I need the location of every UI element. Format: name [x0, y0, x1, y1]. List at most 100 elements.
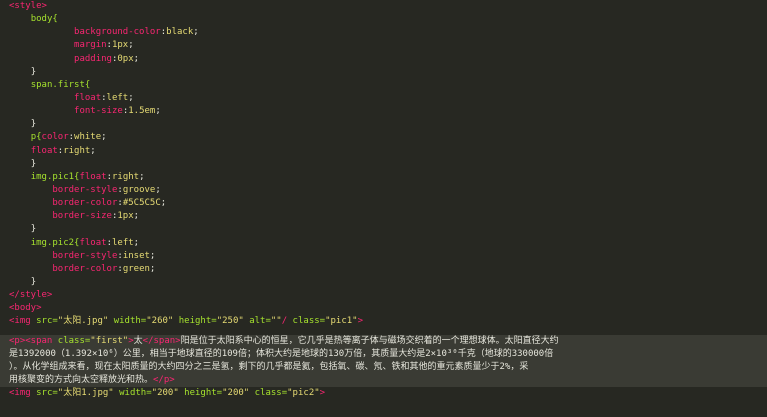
code-line: img.pic2{float:left; — [30, 237, 140, 248]
css-value: 1.5em — [128, 106, 156, 117]
attr-name: width= — [108, 316, 147, 327]
brace: } — [30, 158, 37, 169]
code-line: span.first{ — [0, 79, 767, 92]
code-line: margin:1px; — [74, 40, 134, 51]
code-line: border-color:green; — [52, 263, 156, 274]
code-line: font-size:1.5em; — [74, 106, 161, 117]
code-line: float:left; — [74, 92, 134, 103]
css-property: float — [74, 92, 102, 103]
p-span-open-tag: <p><span — [9, 335, 53, 346]
css-value: white — [74, 132, 102, 143]
css-value: groove — [122, 184, 156, 195]
attr-name: height= — [173, 316, 217, 327]
css-property: font-size — [74, 106, 123, 117]
paragraph-text: 用核聚变的方式向太空释放光和热。 — [9, 374, 154, 385]
body-open-tag: <body> — [9, 303, 42, 314]
code-editor[interactable]: <style> body{ background-color:black; ma… — [0, 0, 767, 417]
code-line: p{color:white; — [30, 132, 107, 143]
css-selector: img.pic1{ — [30, 171, 80, 182]
attr-value: "pic2" — [287, 388, 320, 399]
attr-value: "pic1" — [325, 316, 358, 327]
css-property: border-style — [52, 184, 118, 195]
img-tag: <img — [9, 316, 31, 327]
css-property: border-style — [52, 250, 118, 261]
code-line: 用核聚变的方式向太空释放光和热。</p> — [0, 373, 767, 388]
code-line: border-size:1px; — [52, 211, 140, 222]
attr-name: src= — [30, 388, 58, 399]
css-property: border-size — [52, 211, 112, 222]
css-selector: span.first{ — [30, 79, 91, 90]
css-value: inset — [122, 250, 150, 261]
attr-value: "" — [270, 316, 282, 327]
code-line: 是1392000（1.392×10⁶）公里，相当于地球直径的109倍；体积大约是… — [0, 347, 767, 361]
code-line: border-style:groove; — [52, 184, 161, 195]
attr-value: "first" — [90, 335, 129, 346]
css-value: right — [63, 145, 91, 156]
attr-name: src= — [30, 316, 58, 327]
code-line: img.pic1{float:right; — [30, 171, 145, 182]
code-line: } — [0, 158, 767, 171]
code-line: body{ — [0, 13, 767, 26]
paragraph-text: ）。从化学组成来看，现在太阳质量的大约四分之三是氢，剩下的几乎都是氦，包括氧、碳… — [9, 361, 529, 372]
code-line: <p><span class="first">太</span>阳是位于太阳系中心… — [0, 334, 767, 348]
css-value: right — [111, 171, 140, 182]
attr-name: class= — [249, 388, 288, 399]
css-property: border-color — [52, 198, 118, 209]
code-line: } — [0, 223, 767, 236]
code-line: <style> — [0, 0, 767, 13]
code-line: border-color:#5C5C5C; — [52, 198, 167, 209]
css-property: border-color — [52, 263, 118, 274]
css-property: float — [79, 237, 107, 248]
css-value: green — [122, 263, 150, 274]
attr-value: "太阳.jpg" — [57, 316, 109, 327]
attr-name: class= — [52, 335, 91, 346]
style-open-tag: <style> — [9, 1, 47, 11]
p-close-tag: </p> — [153, 374, 175, 385]
css-selector: p{ — [30, 132, 42, 143]
css-selector: body{ — [30, 14, 58, 25]
attr-value: "200" — [222, 388, 250, 399]
css-property: float — [30, 145, 58, 156]
code-line: <body> — [0, 302, 767, 315]
code-line: border-style:inset; — [52, 250, 156, 261]
code-line: } — [0, 276, 767, 289]
css-property: margin — [74, 40, 107, 51]
css-selector: img.pic2{ — [30, 237, 80, 248]
attr-value: "200" — [151, 388, 179, 399]
code-line: ）。从化学组成来看，现在太阳质量的大约四分之三是氢，剩下的几乎都是氦，包括氧、碳… — [0, 360, 767, 374]
code-line: </style> — [0, 289, 767, 302]
img-tag: <img — [9, 388, 31, 399]
tag-end: > — [319, 388, 326, 399]
css-value: #5C5C5C — [122, 198, 161, 209]
css-property: color — [41, 132, 69, 143]
css-property: float — [79, 171, 107, 182]
attr-name: alt= — [243, 316, 271, 327]
css-value: 0px — [117, 53, 134, 64]
paragraph-text: 太 — [133, 335, 143, 346]
css-property: background-color — [74, 27, 161, 38]
span-close-tag: </span> — [142, 335, 181, 346]
css-value: black — [166, 27, 194, 38]
code-line: } — [0, 66, 767, 79]
css-property: padding — [74, 53, 112, 64]
css-value: left — [106, 92, 129, 103]
code-line: padding:0px; — [74, 53, 140, 64]
css-value: 1px — [117, 211, 134, 222]
css-value: left — [111, 237, 134, 248]
code-line: } — [0, 118, 767, 131]
paragraph-text: 是1392000（1.392×10⁶）公里，相当于地球直径的109倍；体积大约是… — [9, 348, 554, 359]
brace: } — [30, 66, 37, 77]
attr-name: height= — [178, 388, 223, 399]
code-line: <img src="太阳.jpg" width="260" height="25… — [0, 315, 767, 328]
paragraph-text: 阳是位于太阳系中心的恒星，它几乎是热等离子体与磁场交织着的一个理想球体。太阳直径… — [180, 335, 559, 346]
code-line: float:right; — [30, 145, 96, 156]
brace: } — [30, 276, 37, 287]
tag-end: > — [357, 316, 364, 327]
css-value: 1px — [111, 40, 129, 51]
style-close-tag: </style> — [9, 290, 53, 301]
attr-value: "260" — [146, 316, 174, 327]
attr-value: "太阳1.jpg" — [57, 388, 114, 399]
brace: } — [30, 119, 37, 130]
code-line: <img src="太阳1.jpg" width="200" height="2… — [0, 387, 767, 400]
attr-name: width= — [113, 388, 152, 399]
